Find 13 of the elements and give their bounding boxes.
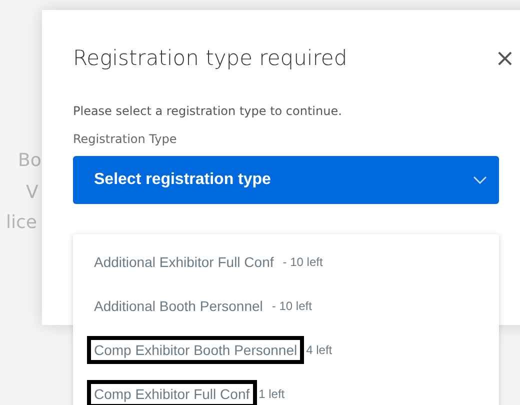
registration-type-select[interactable]: Select registration type: [73, 156, 499, 204]
background-text: V: [26, 182, 38, 203]
dropdown-option[interactable]: Additional Exhibitor Full Conf - 10 left: [73, 240, 499, 284]
dropdown-option[interactable]: Additional Booth Personnel - 10 left: [73, 284, 499, 328]
dropdown-option[interactable]: Comp Exhibitor Full Conf 1 left: [73, 372, 499, 405]
dialog-message: Please select a registration type to continue.: [73, 104, 343, 118]
dialog-title: Registration type required: [73, 46, 348, 70]
field-label: Registration Type: [73, 132, 178, 146]
background-text: Bo: [18, 150, 42, 171]
dropdown-option[interactable]: Comp Exhibitor Booth Personnel 4 left: [73, 328, 499, 372]
close-button[interactable]: ×: [490, 44, 519, 72]
chevron-icon: [473, 176, 487, 184]
background-text: lice: [6, 212, 37, 233]
